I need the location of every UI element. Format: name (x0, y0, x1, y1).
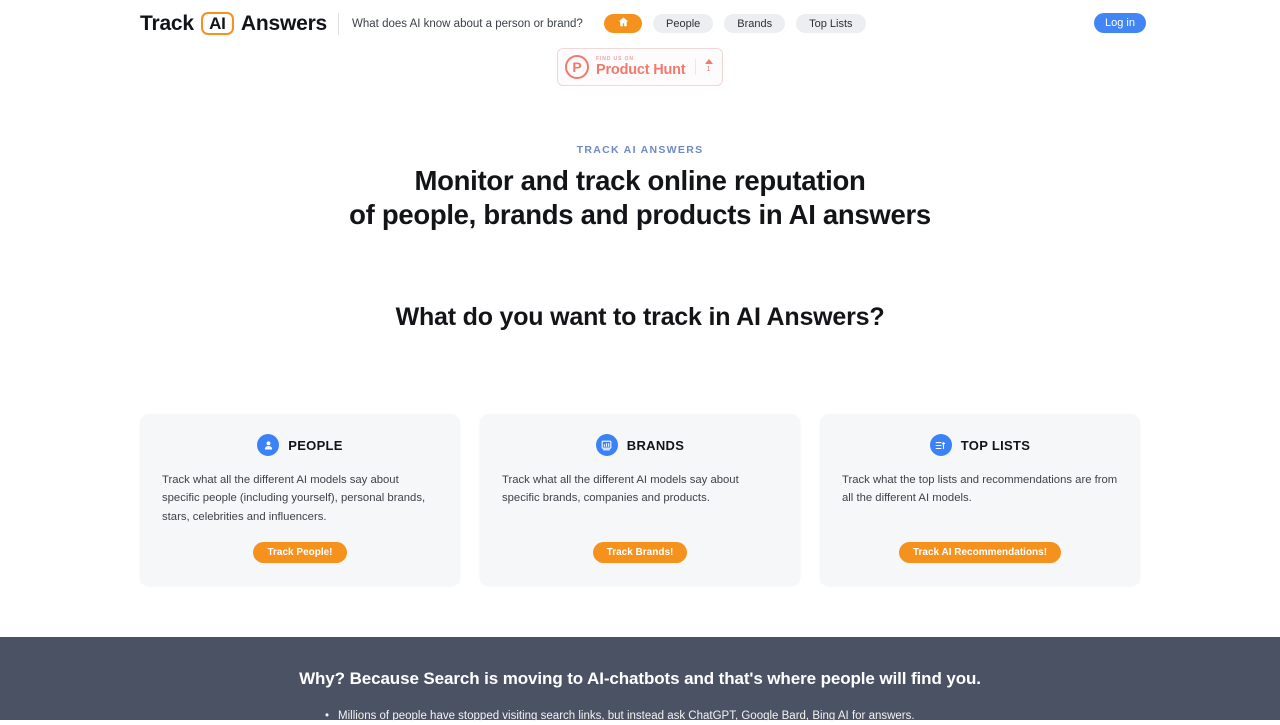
hero-title-line-1: Monitor and track online reputation (414, 165, 866, 196)
hero-section: TRACK AI ANSWERS Monitor and track onlin… (0, 144, 1280, 231)
product-hunt-badge-wrapper: P FIND US ON Product Hunt 1 (0, 48, 1280, 86)
why-section: Why? Because Search is moving to AI-chat… (0, 637, 1280, 725)
card-top-lists-title: TOP LISTS (960, 437, 1031, 453)
brand-logo[interactable]: Track AI Answers (140, 12, 327, 36)
hero-title: Monitor and track online reputation of p… (0, 164, 1280, 231)
site-header: Track AI Answers What does AI know about… (0, 0, 1280, 47)
nav-item-top-lists[interactable]: Top Lists (796, 14, 866, 33)
hero-eyebrow: TRACK AI ANSWERS (576, 144, 704, 156)
why-bullet-item: Millions of people have stopped visiting… (325, 708, 960, 725)
card-people[interactable]: PEOPLE Track what all the different AI m… (140, 414, 460, 585)
ranking-list-icon (929, 434, 952, 457)
track-people-button[interactable]: Track People! (253, 541, 347, 563)
card-brands[interactable]: BRANDS Track what all the different AI m… (480, 414, 800, 585)
why-bullet-list: Millions of people have stopped visiting… (320, 708, 960, 725)
nav-item-home[interactable] (604, 14, 642, 33)
card-brands-text: Track what all the different AI models s… (502, 474, 739, 505)
card-top-lists[interactable]: TOP LISTS Track what the top lists and r… (820, 414, 1140, 585)
card-people-text: Track what all the different AI models s… (162, 474, 426, 523)
product-hunt-logo-icon: P (565, 55, 589, 79)
nav-item-people[interactable]: People (653, 14, 714, 33)
hero-title-line-2: of people, brands and products in AI ans… (349, 198, 931, 230)
header-divider (338, 12, 340, 35)
section-title: What do you want to track in AI Answers? (395, 303, 885, 332)
brand-word-answers: Answers (240, 11, 328, 35)
product-hunt-eyebrow: FIND US ON (596, 55, 634, 62)
product-hunt-votes[interactable]: 1 (695, 58, 715, 76)
brand-ai-badge: AI (200, 12, 234, 35)
product-hunt-vote-count: 1 (706, 65, 711, 73)
card-top-lists-text: Track what the top lists and recommendat… (842, 474, 1118, 505)
card-people-header: PEOPLE (257, 434, 343, 457)
track-options-cards: PEOPLE Track what all the different AI m… (0, 414, 1280, 585)
why-title: Why? Because Search is moving to AI-chat… (299, 669, 981, 688)
product-hunt-badge[interactable]: P FIND US ON Product Hunt 1 (557, 48, 723, 86)
card-people-title: PEOPLE (288, 437, 343, 453)
home-icon (617, 16, 630, 31)
nav-item-brands[interactable]: Brands (724, 14, 786, 33)
login-button[interactable]: Log in (1094, 13, 1146, 33)
track-brands-button[interactable]: Track Brands! (592, 541, 688, 563)
track-recommendations-button[interactable]: Track AI Recommendations! (898, 541, 1062, 563)
main-navigation: People Brands Top Lists (604, 14, 866, 33)
card-brands-title: BRANDS (626, 437, 685, 453)
storefront-chart-icon (595, 434, 618, 457)
brand-word-track: Track (140, 11, 194, 35)
card-brands-header: BRANDS (595, 434, 685, 457)
card-top-lists-header: TOP LISTS (929, 434, 1031, 457)
product-hunt-text: FIND US ON Product Hunt (596, 55, 695, 78)
header-tagline: What does AI know about a person or bran… (352, 17, 583, 30)
product-hunt-name: Product Hunt (596, 61, 686, 78)
person-icon (257, 434, 280, 457)
